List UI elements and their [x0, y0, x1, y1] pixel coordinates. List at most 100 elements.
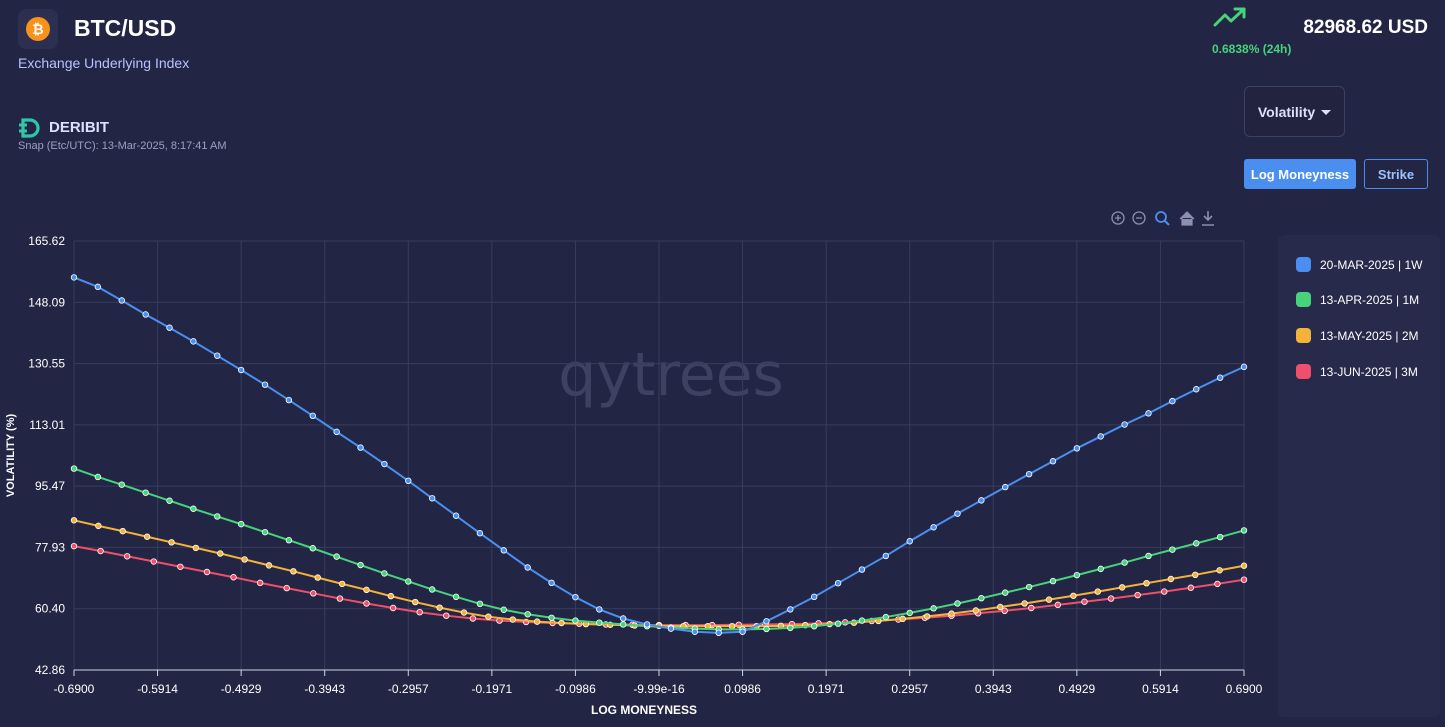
- data-point-4[interactable]: [469, 615, 477, 622]
- data-point-4[interactable]: [256, 579, 264, 587]
- data-point-4[interactable]: [336, 595, 344, 602]
- data-point-3[interactable]: [728, 622, 736, 630]
- data-point-2[interactable]: [906, 609, 913, 617]
- data-point-1[interactable]: [357, 444, 364, 451]
- data-point-4[interactable]: [230, 574, 237, 581]
- data-point-1[interactable]: [715, 629, 722, 637]
- data-point-4[interactable]: [1134, 591, 1141, 599]
- data-point-2[interactable]: [94, 473, 102, 481]
- data-point-1[interactable]: [858, 566, 866, 573]
- data-point-4[interactable]: [416, 608, 423, 616]
- data-point-1[interactable]: [1216, 374, 1224, 381]
- data-point-2[interactable]: [596, 619, 603, 626]
- data-point-1[interactable]: [739, 628, 746, 635]
- data-point-3[interactable]: [314, 574, 321, 581]
- data-point-1[interactable]: [930, 524, 937, 531]
- data-point-2[interactable]: [381, 570, 388, 577]
- home-icon[interactable]: [1179, 211, 1195, 226]
- data-point-4[interactable]: [1028, 604, 1035, 612]
- data-point-1[interactable]: [500, 547, 507, 554]
- data-point-3[interactable]: [363, 586, 370, 594]
- data-point-3[interactable]: [972, 607, 980, 614]
- data-point-4[interactable]: [283, 584, 290, 592]
- data-point-1[interactable]: [834, 579, 842, 587]
- data-point-1[interactable]: [405, 477, 412, 485]
- data-point-1[interactable]: [452, 512, 460, 519]
- data-point-1[interactable]: [811, 593, 818, 601]
- data-point-1[interactable]: [1025, 470, 1033, 478]
- data-point-4[interactable]: [310, 590, 317, 597]
- data-point-3[interactable]: [899, 615, 906, 623]
- data-point-1[interactable]: [94, 283, 102, 291]
- data-point-3[interactable]: [168, 539, 175, 546]
- data-point-2[interactable]: [1049, 577, 1057, 585]
- data-point-3[interactable]: [436, 604, 443, 611]
- data-point-1[interactable]: [763, 618, 770, 625]
- data-point-3[interactable]: [533, 618, 541, 625]
- data-point-4[interactable]: [177, 563, 184, 570]
- data-point-3[interactable]: [460, 609, 468, 616]
- data-point-3[interactable]: [1143, 579, 1150, 587]
- legend-item-2m[interactable]: 13-MAY-2025 | 2M: [1296, 328, 1419, 343]
- data-point-2[interactable]: [1097, 565, 1104, 573]
- data-point-3[interactable]: [265, 562, 273, 569]
- data-point-2[interactable]: [190, 505, 197, 512]
- strike-button[interactable]: Strike: [1364, 159, 1428, 189]
- data-point-3[interactable]: [558, 619, 565, 627]
- data-point-3[interactable]: [1021, 600, 1028, 607]
- data-point-2[interactable]: [357, 561, 364, 569]
- data-point-2[interactable]: [1002, 589, 1009, 596]
- data-point-1[interactable]: [572, 593, 579, 601]
- data-point-2[interactable]: [1240, 527, 1248, 534]
- data-point-1[interactable]: [691, 628, 699, 635]
- data-point-2[interactable]: [619, 621, 627, 628]
- data-point-1[interactable]: [214, 352, 221, 359]
- data-point-1[interactable]: [381, 460, 388, 468]
- data-point-4[interactable]: [97, 547, 104, 555]
- data-point-3[interactable]: [485, 613, 492, 620]
- data-point-2[interactable]: [1216, 533, 1224, 541]
- data-point-2[interactable]: [1193, 540, 1200, 547]
- data-point-1[interactable]: [476, 530, 484, 537]
- data-point-1[interactable]: [1049, 458, 1057, 465]
- legend-item-1m[interactable]: 13-APR-2025 | 1M: [1296, 292, 1419, 307]
- data-point-1[interactable]: [1002, 483, 1009, 491]
- data-point-3[interactable]: [948, 610, 955, 617]
- data-point-2[interactable]: [142, 489, 149, 496]
- data-point-3[interactable]: [387, 592, 395, 600]
- legend-item-3m[interactable]: 13-JUN-2025 | 3M: [1296, 364, 1418, 379]
- data-point-2[interactable]: [1145, 552, 1152, 560]
- data-point-2[interactable]: [930, 605, 937, 612]
- data-point-4[interactable]: [1240, 576, 1248, 583]
- data-point-1[interactable]: [548, 579, 555, 587]
- data-point-2[interactable]: [309, 545, 316, 552]
- data-point-3[interactable]: [997, 603, 1004, 611]
- data-point-4[interactable]: [443, 612, 450, 619]
- data-point-3[interactable]: [192, 544, 200, 552]
- data-point-1[interactable]: [787, 606, 794, 613]
- data-point-3[interactable]: [1045, 596, 1053, 603]
- data-point-1[interactable]: [333, 428, 340, 436]
- data-point-2[interactable]: [787, 624, 794, 632]
- data-point-4[interactable]: [150, 558, 157, 565]
- data-point-2[interactable]: [452, 593, 460, 601]
- data-point-3[interactable]: [338, 580, 346, 588]
- data-point-3[interactable]: [1167, 575, 1175, 583]
- data-point-2[interactable]: [978, 595, 985, 602]
- data-point-4[interactable]: [1107, 595, 1115, 602]
- data-point-2[interactable]: [405, 578, 412, 585]
- data-point-1[interactable]: [524, 564, 531, 571]
- data-point-4[interactable]: [389, 604, 397, 612]
- data-point-1[interactable]: [1169, 397, 1176, 405]
- data-point-1[interactable]: [166, 324, 173, 331]
- data-point-4[interactable]: [1161, 588, 1168, 595]
- data-point-1[interactable]: [906, 538, 913, 545]
- data-point-3[interactable]: [95, 522, 102, 530]
- log-moneyness-button[interactable]: Log Moneyness: [1244, 159, 1356, 189]
- data-point-2[interactable]: [118, 481, 125, 488]
- data-point-3[interactable]: [290, 568, 297, 575]
- data-point-3[interactable]: [1118, 584, 1126, 591]
- data-point-2[interactable]: [70, 465, 78, 472]
- data-point-1[interactable]: [1193, 386, 1200, 393]
- data-point-2[interactable]: [524, 611, 531, 618]
